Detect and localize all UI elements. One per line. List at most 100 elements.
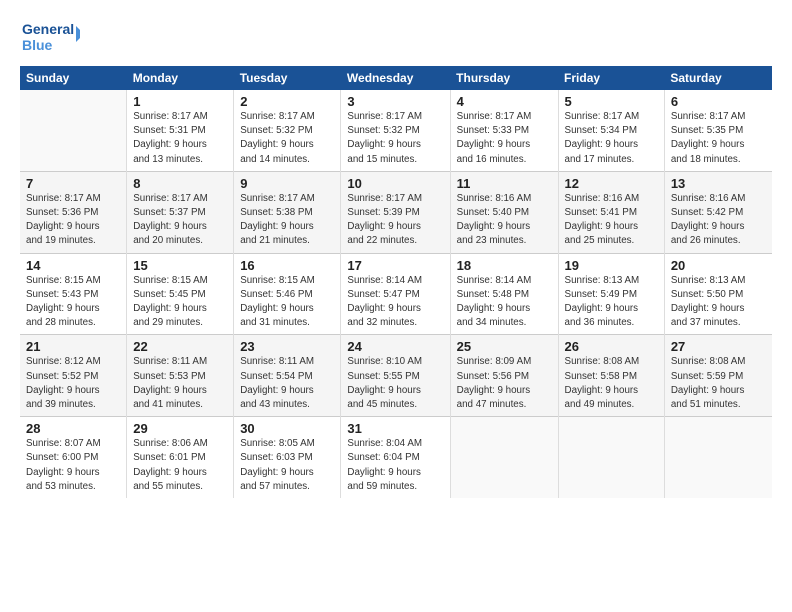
logo-svg: General Blue [20,16,80,56]
calendar-cell [450,417,558,498]
calendar-cell: 5Sunrise: 8:17 AMSunset: 5:34 PMDaylight… [558,90,664,171]
calendar-cell: 3Sunrise: 8:17 AMSunset: 5:32 PMDaylight… [341,90,450,171]
day-info: Sunrise: 8:17 AMSunset: 5:32 PMDaylight:… [240,110,334,167]
calendar-cell: 25Sunrise: 8:09 AMSunset: 5:56 PMDayligh… [450,335,558,417]
day-number: 10 [347,176,443,191]
calendar-week-row: 7Sunrise: 8:17 AMSunset: 5:36 PMDaylight… [20,171,772,253]
day-number: 16 [240,258,334,273]
weekday-header: Saturday [664,66,772,90]
day-number: 30 [240,421,334,436]
day-info: Sunrise: 8:17 AMSunset: 5:31 PMDaylight:… [133,110,227,167]
calendar-cell: 23Sunrise: 8:11 AMSunset: 5:54 PMDayligh… [234,335,341,417]
calendar-week-row: 28Sunrise: 8:07 AMSunset: 6:00 PMDayligh… [20,417,772,498]
calendar-cell: 31Sunrise: 8:04 AMSunset: 6:04 PMDayligh… [341,417,450,498]
calendar-cell: 27Sunrise: 8:08 AMSunset: 5:59 PMDayligh… [664,335,772,417]
day-info: Sunrise: 8:11 AMSunset: 5:53 PMDaylight:… [133,355,227,412]
day-number: 3 [347,94,443,109]
day-number: 6 [671,94,766,109]
calendar-cell: 16Sunrise: 8:15 AMSunset: 5:46 PMDayligh… [234,253,341,335]
day-number: 28 [26,421,120,436]
weekday-header: Tuesday [234,66,341,90]
day-number: 20 [671,258,766,273]
day-info: Sunrise: 8:08 AMSunset: 5:58 PMDaylight:… [565,355,658,412]
day-number: 27 [671,339,766,354]
calendar-cell: 7Sunrise: 8:17 AMSunset: 5:36 PMDaylight… [20,171,127,253]
weekday-header: Thursday [450,66,558,90]
day-info: Sunrise: 8:17 AMSunset: 5:36 PMDaylight:… [26,192,120,249]
calendar-table: SundayMondayTuesdayWednesdayThursdayFrid… [20,66,772,498]
day-number: 26 [565,339,658,354]
day-number: 31 [347,421,443,436]
day-number: 4 [457,94,552,109]
day-number: 9 [240,176,334,191]
day-info: Sunrise: 8:17 AMSunset: 5:32 PMDaylight:… [347,110,443,167]
weekday-header: Monday [127,66,234,90]
day-number: 18 [457,258,552,273]
calendar-cell: 8Sunrise: 8:17 AMSunset: 5:37 PMDaylight… [127,171,234,253]
day-number: 19 [565,258,658,273]
calendar-week-row: 1Sunrise: 8:17 AMSunset: 5:31 PMDaylight… [20,90,772,171]
calendar-cell: 10Sunrise: 8:17 AMSunset: 5:39 PMDayligh… [341,171,450,253]
calendar-cell: 26Sunrise: 8:08 AMSunset: 5:58 PMDayligh… [558,335,664,417]
calendar-cell [664,417,772,498]
calendar-cell: 14Sunrise: 8:15 AMSunset: 5:43 PMDayligh… [20,253,127,335]
day-number: 29 [133,421,227,436]
day-info: Sunrise: 8:13 AMSunset: 5:49 PMDaylight:… [565,274,658,331]
calendar-cell: 13Sunrise: 8:16 AMSunset: 5:42 PMDayligh… [664,171,772,253]
calendar-cell: 24Sunrise: 8:10 AMSunset: 5:55 PMDayligh… [341,335,450,417]
day-number: 25 [457,339,552,354]
day-info: Sunrise: 8:10 AMSunset: 5:55 PMDaylight:… [347,355,443,412]
day-info: Sunrise: 8:13 AMSunset: 5:50 PMDaylight:… [671,274,766,331]
calendar-cell: 20Sunrise: 8:13 AMSunset: 5:50 PMDayligh… [664,253,772,335]
weekday-header: Friday [558,66,664,90]
calendar-cell: 11Sunrise: 8:16 AMSunset: 5:40 PMDayligh… [450,171,558,253]
day-number: 5 [565,94,658,109]
day-info: Sunrise: 8:04 AMSunset: 6:04 PMDaylight:… [347,437,443,494]
calendar-cell: 17Sunrise: 8:14 AMSunset: 5:47 PMDayligh… [341,253,450,335]
calendar-cell: 9Sunrise: 8:17 AMSunset: 5:38 PMDaylight… [234,171,341,253]
day-number: 2 [240,94,334,109]
day-number: 8 [133,176,227,191]
calendar-cell: 1Sunrise: 8:17 AMSunset: 5:31 PMDaylight… [127,90,234,171]
calendar-cell [558,417,664,498]
weekday-row: SundayMondayTuesdayWednesdayThursdayFrid… [20,66,772,90]
weekday-header: Wednesday [341,66,450,90]
calendar-cell: 6Sunrise: 8:17 AMSunset: 5:35 PMDaylight… [664,90,772,171]
day-number: 12 [565,176,658,191]
day-number: 24 [347,339,443,354]
svg-text:Blue: Blue [22,37,53,53]
day-info: Sunrise: 8:16 AMSunset: 5:41 PMDaylight:… [565,192,658,249]
calendar-cell: 22Sunrise: 8:11 AMSunset: 5:53 PMDayligh… [127,335,234,417]
day-info: Sunrise: 8:14 AMSunset: 5:47 PMDaylight:… [347,274,443,331]
day-info: Sunrise: 8:08 AMSunset: 5:59 PMDaylight:… [671,355,766,412]
calendar-cell: 15Sunrise: 8:15 AMSunset: 5:45 PMDayligh… [127,253,234,335]
day-info: Sunrise: 8:06 AMSunset: 6:01 PMDaylight:… [133,437,227,494]
day-info: Sunrise: 8:15 AMSunset: 5:43 PMDaylight:… [26,274,120,331]
day-info: Sunrise: 8:16 AMSunset: 5:42 PMDaylight:… [671,192,766,249]
day-number: 15 [133,258,227,273]
day-info: Sunrise: 8:17 AMSunset: 5:35 PMDaylight:… [671,110,766,167]
day-info: Sunrise: 8:17 AMSunset: 5:39 PMDaylight:… [347,192,443,249]
day-number: 13 [671,176,766,191]
day-info: Sunrise: 8:09 AMSunset: 5:56 PMDaylight:… [457,355,552,412]
weekday-header: Sunday [20,66,127,90]
calendar-cell: 4Sunrise: 8:17 AMSunset: 5:33 PMDaylight… [450,90,558,171]
header: General Blue [20,16,772,56]
day-info: Sunrise: 8:05 AMSunset: 6:03 PMDaylight:… [240,437,334,494]
calendar-cell: 30Sunrise: 8:05 AMSunset: 6:03 PMDayligh… [234,417,341,498]
day-info: Sunrise: 8:17 AMSunset: 5:38 PMDaylight:… [240,192,334,249]
calendar-cell: 21Sunrise: 8:12 AMSunset: 5:52 PMDayligh… [20,335,127,417]
calendar-header: SundayMondayTuesdayWednesdayThursdayFrid… [20,66,772,90]
calendar-container: General Blue SundayMondayTuesdayWednesda… [0,0,792,508]
day-info: Sunrise: 8:15 AMSunset: 5:45 PMDaylight:… [133,274,227,331]
calendar-cell: 29Sunrise: 8:06 AMSunset: 6:01 PMDayligh… [127,417,234,498]
day-number: 23 [240,339,334,354]
day-info: Sunrise: 8:17 AMSunset: 5:33 PMDaylight:… [457,110,552,167]
calendar-cell: 19Sunrise: 8:13 AMSunset: 5:49 PMDayligh… [558,253,664,335]
calendar-cell [20,90,127,171]
day-number: 22 [133,339,227,354]
day-info: Sunrise: 8:16 AMSunset: 5:40 PMDaylight:… [457,192,552,249]
day-number: 21 [26,339,120,354]
day-number: 14 [26,258,120,273]
day-number: 7 [26,176,120,191]
